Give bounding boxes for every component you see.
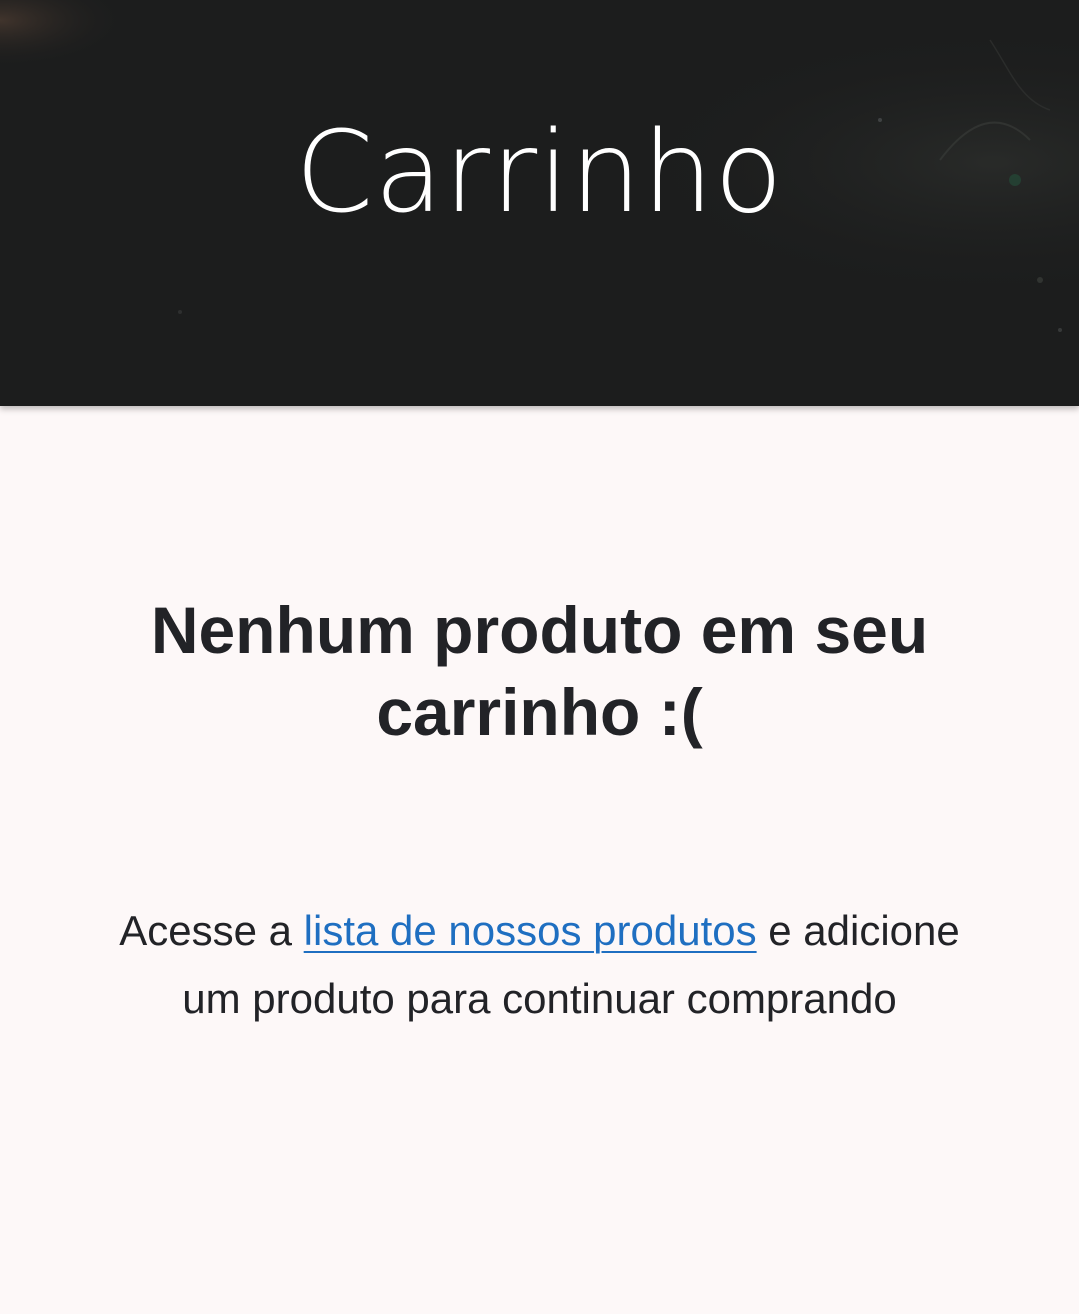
products-list-link[interactable]: lista de nossos produtos	[304, 907, 757, 954]
page-title: Carrinho	[295, 108, 784, 238]
empty-cart-heading-line-2: carrinho :(	[376, 675, 703, 749]
page-header-banner: Carrinho	[0, 0, 1079, 406]
empty-cart-heading: Nenhum produto em seu carrinho :(	[0, 406, 1079, 753]
empty-cart-section: Nenhum produto em seu carrinho :( Acesse…	[0, 406, 1079, 1033]
message-prefix: Acesse a	[119, 907, 304, 954]
empty-cart-message: Acesse a lista de nossos produtos e adic…	[60, 897, 1020, 1033]
empty-cart-message-line-1: Acesse a lista de nossos produtos e adic…	[60, 897, 1020, 965]
empty-cart-message-line-2: um produto para continuar comprando	[182, 975, 897, 1022]
message-suffix: e adicione	[756, 907, 960, 954]
empty-cart-heading-line-1: Nenhum produto em seu	[150, 593, 929, 667]
